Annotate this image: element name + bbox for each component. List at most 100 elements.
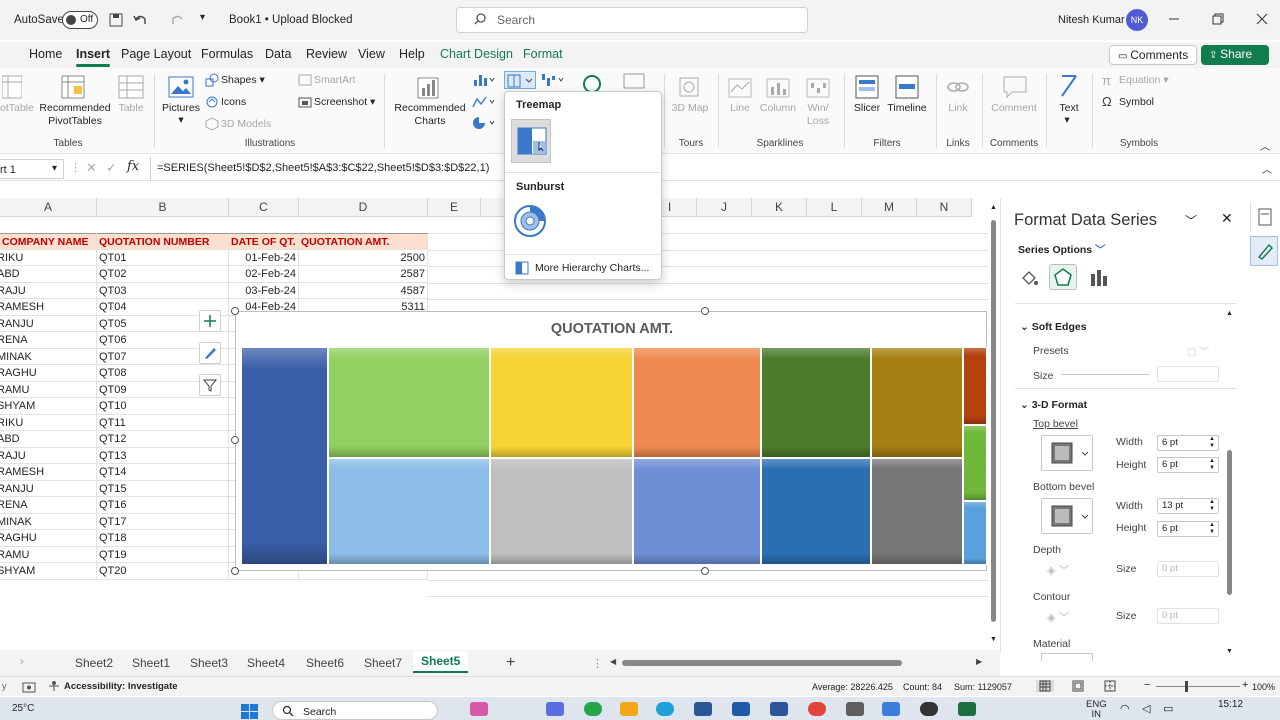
app-icon[interactable]	[920, 702, 938, 716]
pane-close-icon[interactable]: ✕	[1221, 210, 1233, 227]
name-box[interactable]: rt 1 ▾	[0, 159, 64, 179]
table-cell[interactable]: RAMESH	[0, 299, 97, 316]
zoom-slider[interactable]	[1156, 686, 1240, 687]
link-button[interactable]: Link	[940, 102, 976, 115]
table-cell[interactable]: RAGHU	[0, 365, 97, 382]
resize-handle[interactable]	[231, 436, 239, 444]
windows-start-icon[interactable]	[240, 703, 260, 719]
chart-elements-button[interactable]	[199, 310, 221, 332]
text-dropdown-icon[interactable]: ▾	[1060, 114, 1074, 127]
table-cell[interactable]: QT11	[97, 414, 229, 431]
pivotchart-icon[interactable]	[622, 72, 648, 92]
zoom-level[interactable]: 100%	[1252, 682, 1275, 692]
contour-size-input[interactable]: 0 pt	[1157, 608, 1219, 624]
contour-color-dropdown[interactable]: ◈ ﹀	[1047, 609, 1070, 625]
screenshot-button[interactable]: Screenshot ▾	[314, 96, 375, 109]
vertical-scroll-thumb[interactable]	[991, 220, 996, 622]
column-header[interactable]: M	[862, 198, 917, 217]
table-cell[interactable]: RAJU	[0, 447, 97, 464]
calculator-icon[interactable]	[846, 702, 864, 716]
recommended-pivottables-button[interactable]: Recommended PivotTables	[38, 102, 112, 128]
tab-page-layout[interactable]: Page Layout	[121, 47, 191, 61]
table-cell[interactable]: QT01	[97, 249, 229, 266]
column-header[interactable]: L	[807, 198, 862, 217]
app-icon[interactable]	[620, 702, 638, 716]
cancel-icon[interactable]: ✕	[86, 160, 97, 176]
column-header[interactable]: D	[299, 198, 428, 217]
table-cell[interactable]: QT14	[97, 464, 229, 481]
app-icon[interactable]	[546, 702, 564, 716]
pivottable-button[interactable]: otTable	[0, 102, 34, 115]
more-options-icon[interactable]: ⋮	[70, 161, 81, 174]
add-sheet-button[interactable]: +	[506, 654, 515, 672]
pane-scroll-thumb[interactable]	[1227, 450, 1232, 595]
chrome-icon[interactable]	[808, 702, 826, 716]
customize-qat-icon[interactable]: ▾	[200, 12, 205, 23]
table-header-cell[interactable]: QUOTATION AMT.	[299, 233, 428, 250]
table-cell[interactable]: ABD	[0, 266, 97, 283]
redo-icon[interactable]	[170, 12, 186, 28]
sum-status[interactable]: Sum: 1129057	[954, 682, 1012, 692]
table-cell[interactable]: QT02	[97, 266, 229, 283]
app-icon[interactable]	[694, 702, 712, 716]
recommended-charts-button[interactable]: Recommended Charts	[392, 102, 468, 128]
shapes-button[interactable]: Shapes ▾	[221, 74, 265, 87]
table-cell[interactable]: RIKU	[0, 414, 97, 431]
top-width-input[interactable]: 6 pt ▲ ▼	[1157, 435, 1219, 451]
tab-chart-design[interactable]: Chart Design	[440, 47, 513, 61]
top-bevel-dropdown[interactable]	[1041, 435, 1093, 471]
pictures-dropdown-icon[interactable]: ▾	[174, 114, 188, 127]
waterfall-chart-icon[interactable]	[540, 72, 566, 88]
table-cell[interactable]: RAMESH	[0, 464, 97, 481]
expand-formula-icon[interactable]: ︿	[1262, 161, 1272, 176]
tab-view[interactable]: View	[358, 47, 385, 61]
minimize-icon[interactable]	[1168, 13, 1180, 25]
table-cell[interactable]: QT17	[97, 513, 229, 530]
count-status[interactable]: Count: 84	[903, 682, 942, 692]
tab-data[interactable]: Data	[265, 47, 291, 61]
document-title[interactable]: Book1 • Upload Blocked	[229, 14, 353, 26]
column-header[interactable]: E	[428, 198, 481, 217]
symbol-button[interactable]: Symbol	[1119, 96, 1154, 109]
tab-insert[interactable]: Insert	[76, 47, 111, 67]
column-header[interactable]: K	[752, 198, 807, 217]
edge-icon[interactable]	[656, 702, 674, 716]
volume-icon[interactable]: ◁	[1142, 702, 1150, 715]
horizontal-scroll-thumb[interactable]	[622, 660, 902, 666]
timeline-button[interactable]: Timeline	[884, 102, 930, 115]
avatar[interactable]: NK	[1126, 9, 1148, 31]
table-cell[interactable]: 2500	[299, 249, 428, 266]
collapse-ribbon-icon[interactable]: ︿	[1260, 138, 1270, 153]
chart-filters-button[interactable]	[199, 374, 221, 396]
series-options-dropdown[interactable]: Series Options ﹀	[1018, 242, 1106, 257]
app-icon[interactable]	[470, 702, 488, 716]
bottom-height-input[interactable]: 6 pt ▲ ▼	[1157, 521, 1219, 537]
average-status[interactable]: Average: 28226.425	[812, 682, 893, 692]
table-cell[interactable]: 2587	[299, 266, 428, 283]
bottom-width-input[interactable]: 13 pt ▲ ▼	[1157, 498, 1219, 514]
sheet-tab-sheet6[interactable]: Sheet6	[306, 656, 344, 670]
pane-scrollbar[interactable]: ▲ ▼	[1226, 310, 1233, 655]
table-cell[interactable]: ABD	[0, 431, 97, 448]
table-cell[interactable]: RENA	[0, 332, 97, 349]
hscroll-left-icon[interactable]: ◀	[610, 657, 616, 666]
column-header[interactable]: N	[917, 198, 972, 217]
table-cell[interactable]: QT12	[97, 431, 229, 448]
app-icon[interactable]	[732, 702, 750, 716]
insert-function-icon[interactable]: fx	[127, 159, 139, 174]
hscroll-options-icon[interactable]: ⋮	[592, 657, 603, 670]
table-header-cell[interactable]: DATE OF QT.	[229, 233, 299, 250]
resize-handle[interactable]	[231, 307, 239, 315]
presets-dropdown[interactable]: ▢ ﹀	[1187, 343, 1213, 359]
sunburst-option[interactable]	[513, 204, 547, 238]
column-chart-icon[interactable]	[472, 72, 496, 88]
sparkline-line-button[interactable]: Line	[722, 102, 758, 115]
enter-icon[interactable]: ✓	[106, 160, 117, 176]
table-button[interactable]: Table	[114, 102, 148, 115]
equation-button[interactable]: Equation ▾	[1119, 74, 1169, 87]
table-cell[interactable]: QT16	[97, 497, 229, 514]
table-cell[interactable]: 01-Feb-24	[229, 249, 299, 266]
comment-button[interactable]: Comment	[988, 102, 1040, 115]
page-break-view-icon[interactable]	[1104, 680, 1116, 692]
top-height-input[interactable]: 6 pt ▲ ▼	[1157, 457, 1219, 473]
